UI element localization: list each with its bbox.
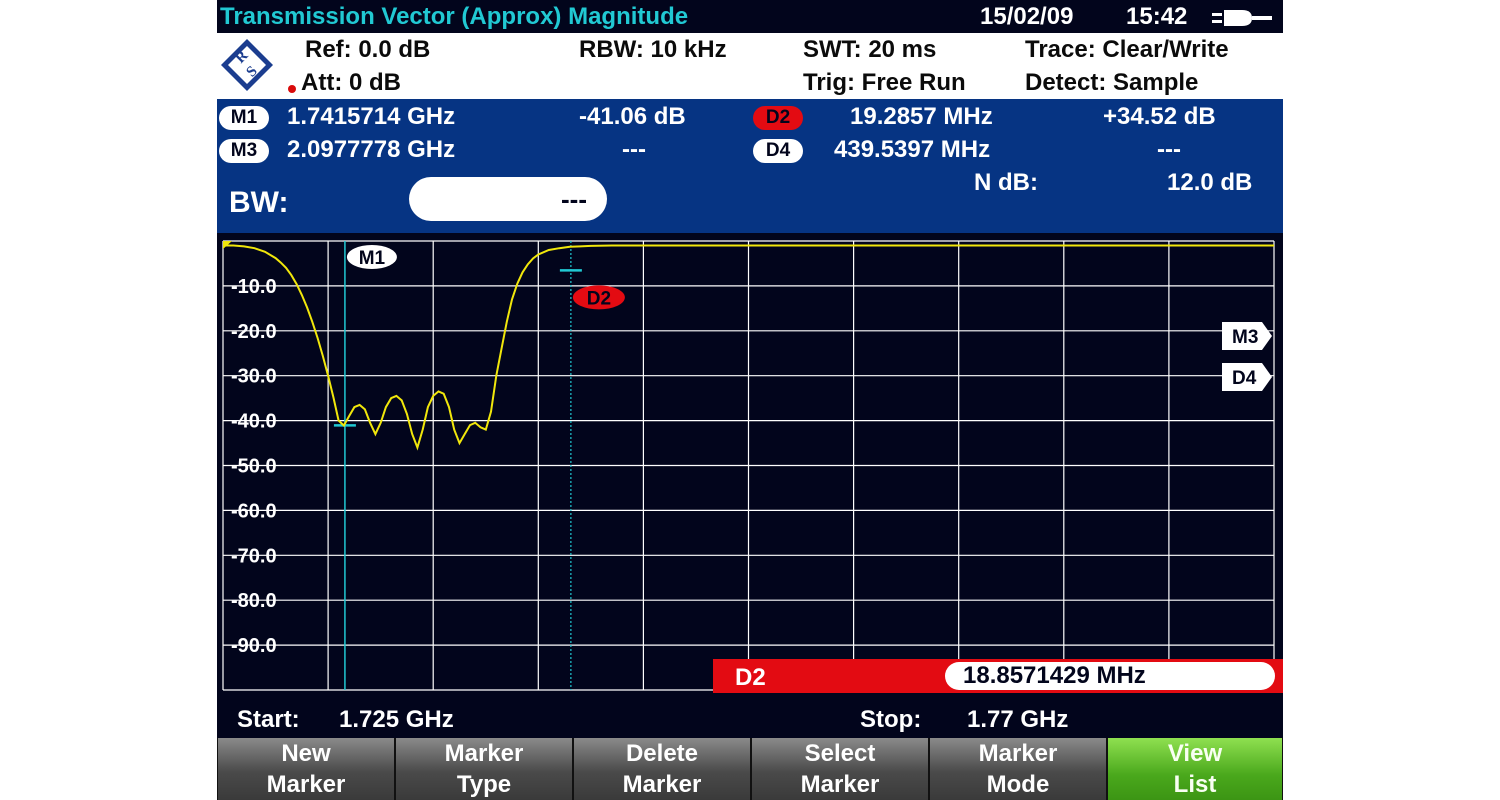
att-indicator-icon [288, 85, 296, 93]
softkey-line1: Marker [978, 740, 1058, 767]
softkey-line1: Marker [444, 740, 524, 767]
active-marker-value-field[interactable]: 18.8571429 MHz [945, 662, 1275, 690]
bandwidth-result-field[interactable]: --- [409, 177, 607, 221]
marker-badge-m3: M3 [219, 139, 269, 163]
trace-setting: Trace: Clear/Write [1025, 36, 1229, 63]
marker-mode-button[interactable]: Marker Mode [929, 738, 1107, 800]
softkey-line2: Marker [622, 771, 702, 798]
y-tick-label: -90.0 [231, 635, 277, 657]
marker-m3-frequency: 2.0977778 GHz [287, 136, 456, 163]
ndb-label: N dB: [974, 169, 1038, 196]
rohde-schwarz-logo-icon: R S [221, 39, 273, 91]
y-tick-label: -50.0 [231, 456, 277, 478]
d4-offscreen-label: D4 [1232, 368, 1257, 389]
softkey-line1: View [1167, 740, 1223, 767]
marker-m3-level: --- [622, 136, 646, 163]
stop-label: Stop: [860, 706, 922, 733]
view-list-button[interactable]: View List [1107, 738, 1283, 800]
m3-offscreen-label: M3 [1232, 327, 1258, 348]
ndb-value: 12.0 dB [1167, 169, 1253, 196]
plot-grid [222, 240, 1275, 691]
marker-info-panel: M1 1.7415714 GHz -41.06 dB D2 19.2857 MH… [217, 99, 1283, 233]
marker-badge-d4: D4 [753, 139, 803, 163]
settings-panel: R S Ref: 0.0 dB Att: 0 dB RBW: 10 kHz SW… [217, 33, 1283, 99]
new-marker-button[interactable]: New Marker [217, 738, 395, 800]
ref-level: Ref: 0.0 dB [305, 36, 431, 63]
analyzer-screen: Transmission Vector (Approx) Magnitude 1… [217, 0, 1283, 800]
trace-plot[interactable]: -10.0 -20.0 -30.0 -40.0 -50.0 -60.0 -70.0 -80.0… [217, 233, 1283, 700]
marker-flags: M1 D2 M3 D4 [346, 245, 1272, 391]
softkey-line2: Type [456, 771, 512, 798]
start-label: Start: [237, 706, 300, 733]
swt-setting: SWT: 20 ms [803, 36, 937, 63]
softkey-line1: New [281, 740, 331, 767]
date-display: 15/02/09 [980, 3, 1074, 30]
marker-badge-d2: D2 [753, 106, 803, 130]
m1-flag-label: M1 [359, 248, 386, 269]
power-plug-icon [1212, 10, 1272, 26]
d2-flag-label: D2 [587, 288, 611, 309]
marker-d4-frequency: 439.5397 MHz [834, 136, 991, 163]
softkey-line1: Delete [625, 740, 699, 767]
active-marker-bar: D2 18.8571429 MHz [713, 659, 1283, 693]
start-frequency: 1.725 GHz [339, 706, 454, 733]
y-tick-label: -20.0 [231, 321, 277, 343]
title-bar: Transmission Vector (Approx) Magnitude 1… [217, 0, 1283, 33]
marker-d2-frequency: 19.2857 MHz [850, 103, 993, 130]
bandwidth-label: BW: [229, 186, 289, 219]
time-display: 15:42 [1126, 3, 1188, 30]
softkey-line2: List [1173, 771, 1217, 798]
softkey-line2: Marker [266, 771, 346, 798]
y-tick-label: -40.0 [231, 411, 277, 433]
marker-badge-m1: M1 [219, 106, 269, 130]
softkey-line2: Mode [986, 771, 1050, 798]
marker-type-button[interactable]: Marker Type [395, 738, 573, 800]
rbw-setting: RBW: 10 kHz [579, 36, 727, 63]
frequency-span-bar: Start: 1.725 GHz Stop: 1.77 GHz [217, 700, 1283, 738]
select-marker-button[interactable]: Select Marker [751, 738, 929, 800]
y-tick-label: -30.0 [231, 366, 277, 388]
softkey-line2: Marker [800, 771, 880, 798]
y-tick-label: -10.0 [231, 276, 277, 298]
marker-m1-frequency: 1.7415714 GHz [287, 103, 456, 130]
stop-frequency: 1.77 GHz [967, 706, 1069, 733]
measurement-title: Transmission Vector (Approx) Magnitude [220, 3, 689, 30]
marker-d4-level: --- [1157, 136, 1181, 163]
detector-setting: Detect: Sample [1025, 69, 1199, 96]
y-tick-label: -80.0 [231, 590, 277, 612]
marker-d2-level: +34.52 dB [1103, 103, 1216, 130]
y-tick-label: -70.0 [231, 545, 277, 567]
marker-m1-level: -41.06 dB [579, 103, 686, 130]
delete-marker-button[interactable]: Delete Marker [573, 738, 751, 800]
attenuation: Att: 0 dB [301, 69, 401, 96]
y-axis-ticks: -10.0 -20.0 -30.0 -40.0 -50.0 -60.0 -70.0 -80.0… [231, 276, 277, 657]
softkey-bar: New Marker Marker Type Delete Marker Sel… [217, 738, 1283, 800]
active-marker-label: D2 [735, 664, 766, 691]
trigger-setting: Trig: Free Run [803, 69, 966, 96]
softkey-line1: Select [804, 740, 876, 767]
y-tick-label: -60.0 [231, 500, 277, 522]
